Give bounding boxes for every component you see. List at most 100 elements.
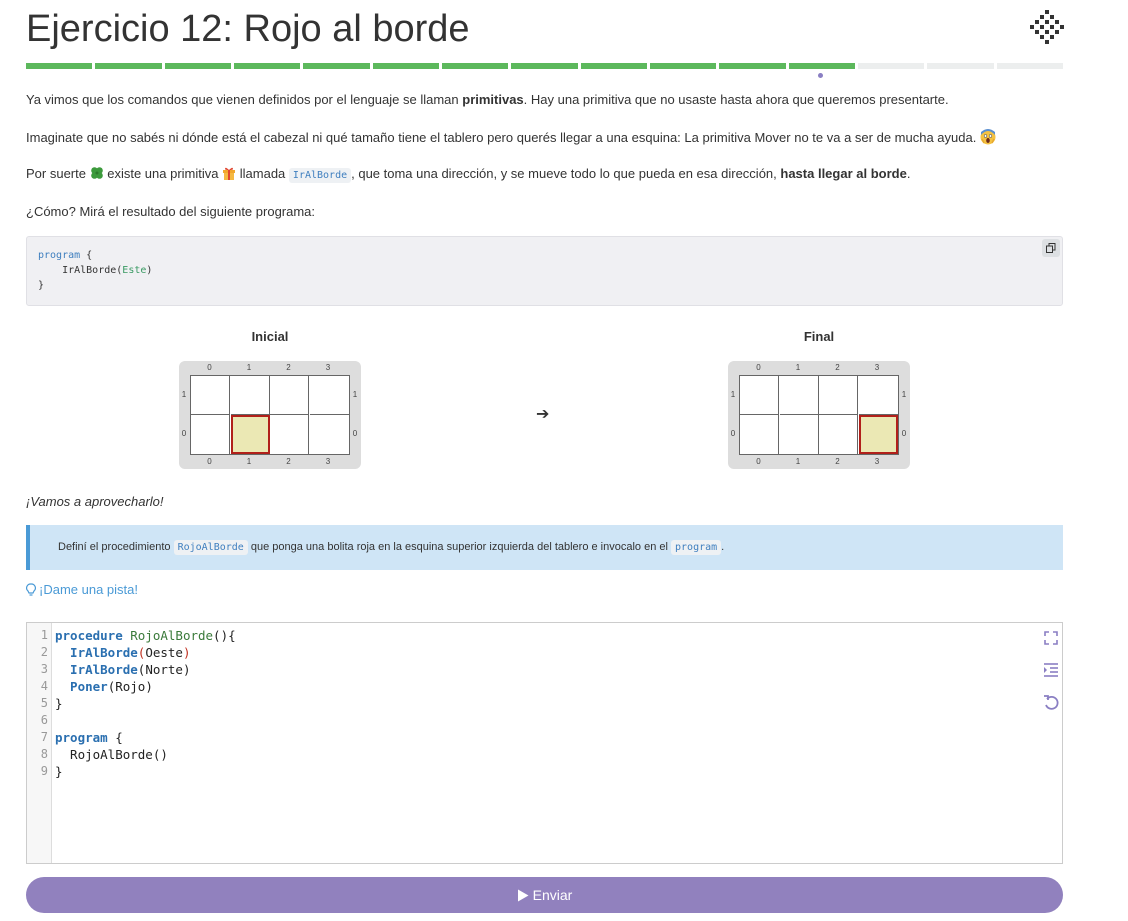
progress-segment[interactable] xyxy=(233,63,301,69)
line-number: 9 xyxy=(40,764,48,778)
line-number: 1 xyxy=(40,628,48,642)
row-label: 1 xyxy=(901,390,907,399)
exercise-progress-bar xyxy=(26,63,1063,70)
four-leaf-clover-icon xyxy=(90,167,103,179)
board-cell xyxy=(819,376,858,415)
column-label: 2 xyxy=(835,363,840,372)
initial-board-title: Inicial xyxy=(251,329,289,344)
intro-paragraph-4: ¿Cómo? Mirá el resultado del siguiente p… xyxy=(26,204,316,219)
code-line-7: program { xyxy=(55,730,123,745)
play-icon xyxy=(517,889,529,901)
board-cell xyxy=(310,415,349,454)
progress-segment[interactable] xyxy=(303,63,370,69)
page-title: Ejercicio 12: Rojo al borde xyxy=(26,8,470,50)
fullscreen-icon[interactable] xyxy=(1042,629,1060,647)
program-inline-code: program xyxy=(671,540,722,555)
rojoAlBorde-inline-code: RojoAlBorde xyxy=(173,540,248,555)
column-label: 1 xyxy=(246,457,252,466)
copy-code-button[interactable] xyxy=(1042,239,1060,257)
intro-paragraph-1: Ya vimos que los comandos que vienen def… xyxy=(26,92,949,107)
code-line-1: procedure RojoAlBorde(){ xyxy=(55,628,236,643)
progress-segment[interactable] xyxy=(788,63,855,69)
board-cell xyxy=(270,415,309,454)
code-line-8: RojoAlBorde() xyxy=(55,747,168,762)
progress-segment[interactable] xyxy=(580,63,647,69)
progress-segment[interactable] xyxy=(164,63,231,69)
line-number: 7 xyxy=(40,730,48,744)
progress-segment[interactable] xyxy=(927,63,994,69)
row-label: 1 xyxy=(730,390,736,399)
board-cell xyxy=(230,415,270,454)
progress-segment[interactable] xyxy=(719,63,786,69)
copy-icon xyxy=(1046,243,1056,253)
column-label: 3 xyxy=(325,457,331,466)
row-label: 0 xyxy=(901,429,907,438)
irAlBorde-inline-code: IrAlBorde xyxy=(288,168,352,183)
progress-segment[interactable] xyxy=(441,63,509,69)
line-number: 2 xyxy=(40,645,48,659)
row-label: 0 xyxy=(730,429,736,438)
closing-text: ¡Vamos a aprovecharlo! xyxy=(26,494,164,509)
board-cell xyxy=(780,415,819,454)
progress-segment[interactable] xyxy=(26,63,93,69)
column-label: 2 xyxy=(286,363,291,372)
board-grid xyxy=(190,375,350,455)
hint-link[interactable]: ¡Dame una pista! xyxy=(26,582,138,597)
submit-label: Enviar xyxy=(532,887,573,903)
submit-button[interactable]: Enviar xyxy=(26,877,1063,913)
hint-label: ¡Dame una pista! xyxy=(39,582,138,597)
line-number: 5 xyxy=(40,696,48,710)
gift-icon xyxy=(223,167,236,180)
board-cell xyxy=(191,415,230,454)
line-number-gutter: 1 2 3 4 5 6 7 8 9 xyxy=(27,623,52,863)
column-label: 0 xyxy=(756,457,761,466)
progress-segment[interactable] xyxy=(857,63,925,69)
indent-icon[interactable] xyxy=(1042,661,1060,679)
initial-board: 0 0 1 1 2 2 3 3 1 1 0 0 xyxy=(179,361,361,469)
progress-segment[interactable] xyxy=(996,63,1063,69)
board-cell xyxy=(230,376,270,415)
row-label: 1 xyxy=(181,390,187,399)
board-cell xyxy=(819,415,858,454)
column-label: 0 xyxy=(207,363,212,372)
board-cell xyxy=(191,376,230,415)
column-label: 1 xyxy=(795,457,801,466)
progress-segment[interactable] xyxy=(511,63,578,69)
code-line-2: IrAlBorde(Oeste) xyxy=(55,645,191,660)
example-code-block: program { IrAlBorde(Este) } xyxy=(26,236,1063,306)
reset-icon[interactable] xyxy=(1042,693,1060,711)
code-line-3: IrAlBorde(Norte) xyxy=(55,662,191,677)
current-exercise-indicator xyxy=(818,73,823,78)
board-cell xyxy=(858,415,898,454)
row-label: 0 xyxy=(181,429,187,438)
mumuki-logo-icon xyxy=(1030,10,1064,44)
code-line-4: Poner(Rojo) xyxy=(55,679,153,694)
lightbulb-icon xyxy=(26,582,36,596)
code-line-5: } xyxy=(55,696,63,711)
code-editor[interactable]: 1 2 3 4 5 6 7 8 9 procedure RojoAlBorde(){ IrAlB… xyxy=(26,622,1063,864)
code-line-9: } xyxy=(55,764,63,779)
column-label: 1 xyxy=(246,363,252,372)
intro-paragraph-2: Imaginate que no sabés ni dónde está el … xyxy=(26,129,996,145)
line-number: 4 xyxy=(40,679,48,693)
column-label: 2 xyxy=(835,457,840,466)
column-label: 3 xyxy=(325,363,331,372)
progress-segment[interactable] xyxy=(95,63,162,69)
row-label: 0 xyxy=(352,429,358,438)
arrow-icon: ➔ xyxy=(536,406,550,423)
column-label: 3 xyxy=(874,363,880,372)
row-label: 1 xyxy=(352,390,358,399)
line-number: 6 xyxy=(40,713,48,727)
column-label: 1 xyxy=(795,363,801,372)
board-grid xyxy=(739,375,899,455)
final-board: 0 0 1 1 2 2 3 3 1 1 0 0 xyxy=(728,361,910,469)
board-cell xyxy=(309,376,349,415)
column-label: 3 xyxy=(874,457,880,466)
progress-segment[interactable] xyxy=(649,63,717,69)
board-cell xyxy=(858,376,898,415)
board-cell xyxy=(270,376,309,415)
line-number: 3 xyxy=(40,662,48,676)
progress-segment[interactable] xyxy=(372,63,439,69)
line-number: 8 xyxy=(40,747,48,761)
column-label: 0 xyxy=(207,457,212,466)
